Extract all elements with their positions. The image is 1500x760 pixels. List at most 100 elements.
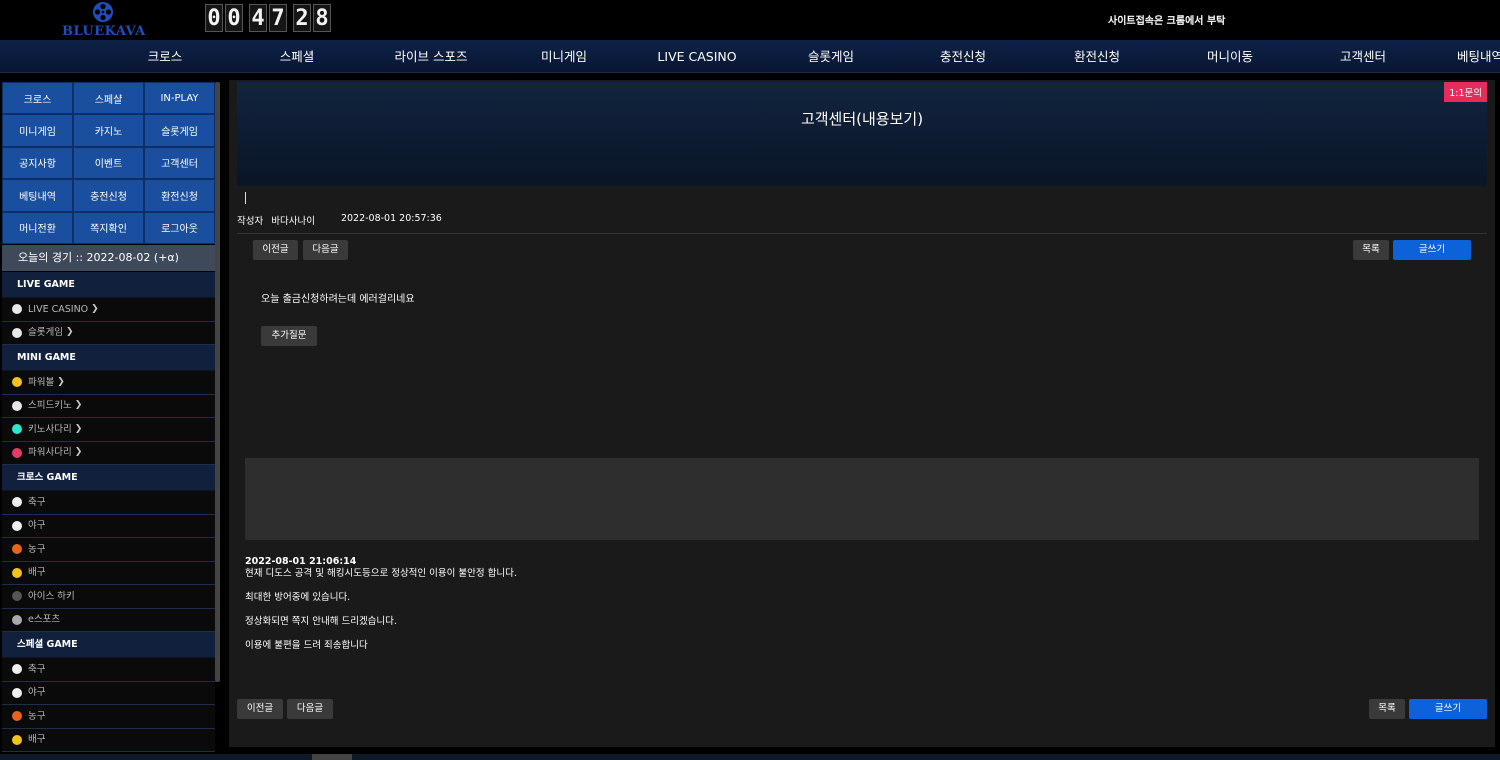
- text-cursor: [245, 192, 246, 204]
- quick-menu-item[interactable]: 공지사항: [2, 146, 73, 180]
- page-banner: 고객센터(내용보기) 1:1문의: [237, 82, 1487, 186]
- quick-menu-item[interactable]: 크로스: [2, 82, 73, 115]
- nav-item[interactable]: 환전신청: [1074, 40, 1120, 73]
- menu-item-label: 야구: [28, 687, 46, 699]
- nav-item[interactable]: 라이브 스포즈: [395, 40, 468, 73]
- answer-date: 2022-08-01 21:06:14: [245, 556, 357, 567]
- quick-menu-item[interactable]: 쪽지확인: [73, 211, 144, 244]
- menu-item[interactable]: 아이스 하키: [2, 585, 215, 609]
- list-button[interactable]: 목록: [1353, 240, 1389, 260]
- menu-item-label: 아이스 하키: [28, 590, 75, 602]
- speedkeno-icon: [12, 400, 22, 411]
- next-post-button[interactable]: 다음글: [303, 240, 348, 260]
- quick-menu-item[interactable]: 고객센터: [144, 146, 215, 180]
- menu-item[interactable]: 농구: [2, 705, 215, 729]
- nav-item[interactable]: 스페셜: [280, 40, 315, 73]
- quick-menu-item[interactable]: 베팅내역: [2, 179, 73, 212]
- clock-seconds: 28: [293, 4, 331, 32]
- main-panel: 고객센터(내용보기) 1:1문의 작성자 바다사나이 2022-08-01 20…: [229, 80, 1495, 747]
- answer-block: 2022-08-01 21:06:14 현재 디도스 공격 및 해킹시도등으로 …: [245, 556, 517, 652]
- menu-item[interactable]: 스피드키노 ❯: [2, 394, 215, 418]
- chevron-right-icon: ❯: [74, 400, 83, 411]
- write-button[interactable]: 글쓰기: [1393, 240, 1471, 260]
- menu-item[interactable]: 파워볼 ❯: [2, 371, 215, 395]
- horizontal-scroll-thumb[interactable]: [312, 754, 352, 760]
- next-post-button-bottom[interactable]: 다음글: [287, 699, 333, 719]
- nav-item[interactable]: 슬롯게임: [808, 40, 854, 73]
- menu-item-label: 파워볼: [28, 376, 55, 388]
- nav-item[interactable]: 고객센터: [1340, 40, 1386, 73]
- quick-menu-item[interactable]: 환전신청: [144, 179, 215, 212]
- page-title: 고객센터(내용보기): [800, 110, 924, 128]
- prev-post-button-bottom[interactable]: 이전글: [237, 699, 283, 719]
- nav-item[interactable]: 미니게임: [541, 40, 587, 73]
- baseball-icon: [12, 687, 22, 698]
- menu-item[interactable]: LIVE CASINO ❯: [2, 298, 215, 322]
- quick-menu-item[interactable]: 이벤트: [73, 146, 144, 180]
- answer-line: 현재 디도스 공격 및 해킹시도등으로 정상적인 이용이 불안정 합니다.: [245, 568, 517, 579]
- quick-menu-item[interactable]: 로그아웃: [144, 211, 215, 244]
- menu-item-label: 농구: [28, 710, 46, 722]
- menu-item[interactable]: 야구: [2, 514, 215, 538]
- quick-menu-item[interactable]: 충전신청: [73, 179, 144, 212]
- menu-item[interactable]: 배구: [2, 728, 215, 752]
- powerball-icon: [12, 377, 22, 388]
- sidebar-scrollbar[interactable]: [215, 82, 220, 682]
- horizontal-scrollbar[interactable]: [0, 754, 1500, 760]
- nav-item[interactable]: 크로스: [148, 40, 183, 73]
- menu-item-label: LIVE CASINO: [28, 303, 89, 315]
- notice-ticker: 사이트접속은 크롬에서 부탁: [1108, 16, 1226, 27]
- write-button-bottom[interactable]: 글쓰기: [1409, 699, 1487, 719]
- nav-item[interactable]: 충전신청: [940, 40, 986, 73]
- menu-item[interactable]: e스포츠: [2, 608, 215, 632]
- menu-item[interactable]: 축구: [2, 491, 215, 515]
- menu-item-label: 키노사다리: [28, 423, 72, 435]
- post-meta: 작성자 바다사나이 2022-08-01 20:57:36: [237, 213, 442, 227]
- powerladder-icon: [12, 447, 22, 458]
- menu-item-label: 배구: [28, 567, 46, 579]
- clock: 00 47 28: [205, 4, 331, 32]
- qna-badge[interactable]: 1:1문의: [1444, 82, 1487, 102]
- quick-menu-item[interactable]: 슬롯게임: [144, 114, 215, 147]
- menu-item[interactable]: 키노사다리 ❯: [2, 418, 215, 442]
- menu-section-header: MINI GAME: [2, 345, 215, 371]
- nav-item[interactable]: LIVE CASINO: [657, 40, 736, 73]
- clock-digit: 8: [313, 4, 331, 32]
- quick-menu-item[interactable]: 머니전환: [2, 211, 73, 244]
- menu-item[interactable]: 축구: [2, 658, 215, 682]
- site-logo[interactable]: BLUEKAVA: [60, 0, 150, 40]
- clock-digit: 0: [225, 4, 243, 32]
- logo-text: BLUEKAVA: [62, 24, 146, 39]
- quick-menu-item[interactable]: 스페샬: [73, 82, 144, 115]
- chevron-right-icon: ❯: [91, 303, 99, 314]
- quick-menu-grid: 크로스 스페샬 IN-PLAY 미니게임 카지노 슬롯게임공지사항 이벤트 고객센터베팅내역 충…: [2, 82, 215, 244]
- divider: [237, 233, 1487, 234]
- quick-menu-item[interactable]: 미니게임: [2, 114, 73, 147]
- list-button-bottom[interactable]: 목록: [1369, 699, 1405, 719]
- menu-item-label: 농구: [28, 543, 46, 555]
- prev-post-button[interactable]: 이전글: [253, 240, 298, 260]
- clock-digit: 2: [293, 4, 311, 32]
- nav-item[interactable]: 머니이동: [1207, 40, 1253, 73]
- answer-line: 이용에 불편을 드려 죄송합니다: [245, 640, 368, 651]
- menu-item[interactable]: 파워사다리 ❯: [2, 441, 215, 465]
- menu-section-header: 크로스 GAME: [2, 465, 215, 491]
- follow-up-button[interactable]: 추가질문: [261, 326, 317, 346]
- menu-item[interactable]: 슬롯게임 ❯: [2, 321, 215, 345]
- basketball-icon: [12, 544, 22, 555]
- quick-menu-item[interactable]: 카지노: [73, 114, 144, 147]
- menu-item[interactable]: 야구: [2, 681, 215, 705]
- menu-item-label: 축구: [28, 663, 46, 675]
- today-match: 오늘의 경기 :: 2022-08-02 (+α): [2, 245, 215, 271]
- quick-menu-item[interactable]: IN-PLAY: [144, 82, 215, 115]
- menu-item[interactable]: 배구: [2, 561, 215, 585]
- menu-item[interactable]: 농구: [2, 538, 215, 562]
- volleyball-icon: [12, 567, 22, 578]
- basketball-icon: [12, 711, 22, 722]
- chevron-right-icon: ❯: [74, 423, 83, 434]
- soccer-icon: [12, 664, 22, 675]
- hockey-icon: [12, 591, 22, 602]
- nav-item[interactable]: 베팅내역: [1457, 40, 1500, 73]
- answer-line: 정상화되면 쪽지 안내해 드리겠습니다.: [245, 616, 397, 627]
- kenoladder-icon: [12, 424, 22, 435]
